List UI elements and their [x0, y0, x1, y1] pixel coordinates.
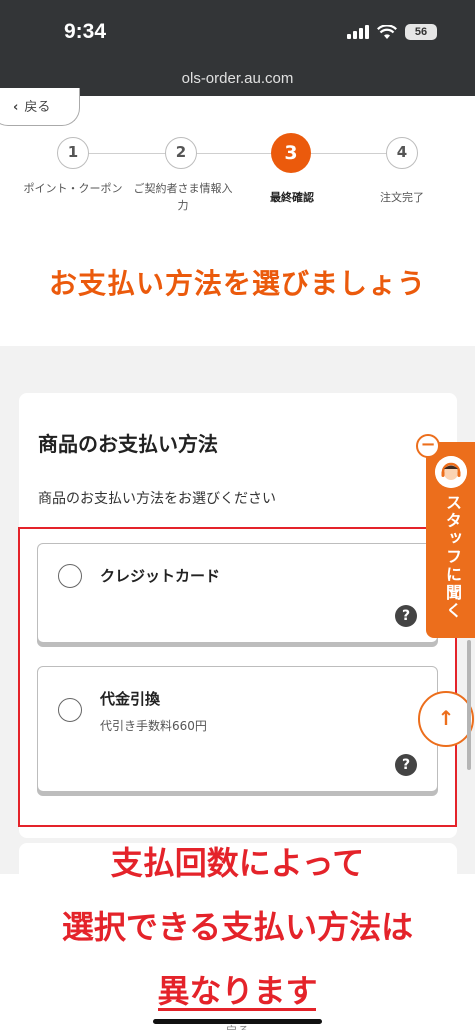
progress-section: [0, 96, 475, 346]
status-icons: 56: [347, 24, 437, 40]
step-4-label: 注文完了: [380, 191, 424, 204]
step-3-label: 最終確認: [270, 191, 314, 204]
page-heading: お支払い方法を選びましょう: [48, 267, 426, 300]
caption-underline: [158, 1008, 316, 1011]
help-icon[interactable]: ?: [395, 754, 417, 776]
step-2-circle: 2: [165, 137, 197, 169]
cash-on-delivery-fee: 代引き手数料660円: [100, 719, 207, 733]
chevron-left-icon: ‹: [13, 100, 19, 115]
step-4-circle: 4: [386, 137, 418, 169]
payment-title: 商品のお支払い方法: [38, 432, 218, 456]
caption-line-2: 選択できる支払い方法は: [61, 908, 414, 946]
caption-line-3: 異なります: [157, 972, 318, 1010]
collapse-icon[interactable]: −: [416, 434, 440, 458]
stepper-track: [73, 153, 403, 154]
status-time: 9:34: [64, 20, 107, 43]
scroll-to-top-button[interactable]: ↑: [418, 691, 474, 747]
battery-indicator: 56: [405, 24, 437, 40]
back-button[interactable]: ‹ 戻る: [0, 88, 80, 126]
scrollbar[interactable]: [467, 640, 471, 770]
caption-line-1: 支払回数によって: [110, 844, 365, 882]
cash-on-delivery-radio[interactable]: [58, 698, 82, 722]
ask-staff-label: スタッフに聞く: [443, 494, 462, 620]
payment-subtitle: 商品のお支払い方法をお選びください: [38, 491, 276, 507]
payment-option-cash-on-delivery[interactable]: 代金引換 代引き手数料660円 ?: [37, 666, 438, 792]
credit-card-label: クレジットカード: [100, 567, 221, 585]
step-1-label: ポイント・クーポン: [23, 182, 123, 195]
cash-on-delivery-label: 代金引換: [100, 690, 161, 708]
step-1-circle: 1: [57, 137, 89, 169]
home-indicator[interactable]: [153, 1019, 322, 1024]
staff-avatar-icon: [435, 456, 467, 488]
wifi-icon: [377, 24, 397, 39]
help-icon[interactable]: ?: [395, 605, 417, 627]
payment-option-credit-card[interactable]: クレジットカード ?: [37, 543, 438, 643]
step-2-label: ご契約者さま情報入力: [133, 182, 233, 212]
credit-card-radio[interactable]: [58, 564, 82, 588]
back-label: 戻る: [24, 100, 51, 115]
step-3-circle: 3: [271, 133, 311, 173]
signal-icon: [347, 25, 369, 39]
status-bar: 9:34 56: [0, 0, 475, 62]
